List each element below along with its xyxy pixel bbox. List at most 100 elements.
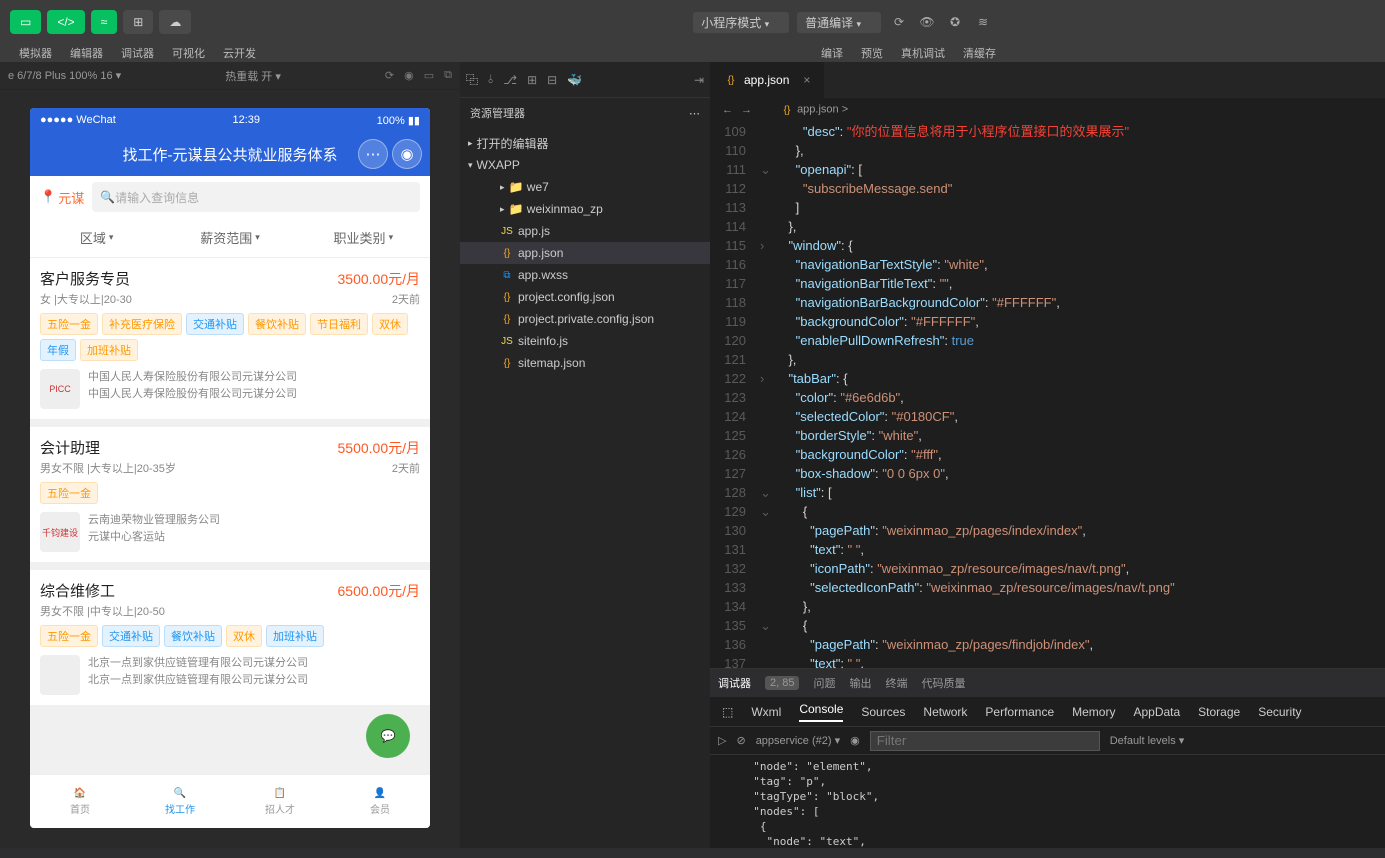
branch-icon[interactable]: ⫰ xyxy=(488,72,493,87)
console-output[interactable]: "node": "element", "tag": "p", "tagType"… xyxy=(710,755,1385,848)
tab-recruit[interactable]: 📋招人才 xyxy=(230,775,330,828)
job-list[interactable]: 客户服务专员3500.00元/月 女 |大专以上|20-302天前 五险一金补充… xyxy=(30,258,430,774)
preview-icon[interactable]: 👁 xyxy=(913,10,941,34)
job-tag: 交通补贴 xyxy=(186,313,244,335)
job-title: 客户服务专员 xyxy=(40,268,130,289)
job-tag: 双休 xyxy=(372,313,408,335)
job-tag: 补充医疗保险 xyxy=(102,313,182,335)
file-sitemap.json[interactable]: {} sitemap.json xyxy=(460,352,710,374)
git-icon[interactable]: ⎇ xyxy=(503,73,517,87)
tab-performance[interactable]: Performance xyxy=(985,705,1054,719)
compile-icon[interactable]: ⟳ xyxy=(885,10,913,34)
collapse-icon[interactable]: ⇥ xyxy=(694,73,704,87)
chat-fab[interactable]: 💬 xyxy=(366,714,410,758)
simulator-tab-icon[interactable]: ▭ xyxy=(10,10,41,34)
editor-tab-appjson[interactable]: {} app.json × xyxy=(710,62,824,98)
company-addr: 中国人民人寿保险股份有限公司元谋分公司 xyxy=(88,386,420,403)
tab-output[interactable]: 输出 xyxy=(849,675,871,691)
tab-appdata[interactable]: AppData xyxy=(1133,705,1180,719)
more-icon[interactable]: ⋯ xyxy=(689,107,700,120)
record-icon[interactable]: ◉ xyxy=(404,69,414,82)
tab-quality[interactable]: 代码质量 xyxy=(921,675,965,691)
filter-area[interactable]: 区域 ▾ xyxy=(30,218,163,257)
tab-findjob[interactable]: 🔍找工作 xyxy=(130,775,230,828)
file-siteinfo.js[interactable]: JS siteinfo.js xyxy=(460,330,710,352)
job-salary: 5500.00元/月 xyxy=(338,438,421,458)
tab-sources[interactable]: Sources xyxy=(861,705,905,719)
job-salary: 3500.00元/月 xyxy=(338,269,421,289)
console-panel: 调试器 2, 85 问题 输出 终端 代码质量 ⬚ Wxml Console S… xyxy=(710,668,1385,848)
context-select[interactable]: appservice (#2) ▾ xyxy=(756,734,840,747)
company-name: 云南迪荣物业管理服务公司 xyxy=(88,512,420,529)
clear-cache-icon[interactable]: ≋ xyxy=(969,10,997,34)
job-card[interactable]: 综合维修工6500.00元/月 男女不限 |中专以上|20-50 五险一金交通补… xyxy=(30,570,430,705)
bc-back-icon[interactable]: ← xyxy=(722,104,733,116)
devtools-tabs: ⬚ Wxml Console Sources Network Performan… xyxy=(710,697,1385,727)
job-card[interactable]: 会计助理5500.00元/月 男女不限 |大专以上|20-35岁2天前 五险一金… xyxy=(30,427,430,562)
tab-debugger[interactable]: 调试器 xyxy=(718,675,751,691)
breadcrumb: ← → {} app.json > xyxy=(710,98,1385,122)
eye-icon[interactable]: ◉ xyxy=(850,734,860,747)
tree-section-editors[interactable]: ▸ 打开的编辑器 xyxy=(460,132,710,154)
cloud-tab-icon[interactable]: ☁ xyxy=(159,10,191,34)
compile-select[interactable]: 普通编译 ▾ xyxy=(797,12,881,33)
tab-memory[interactable]: Memory xyxy=(1072,705,1115,719)
tab-storage[interactable]: Storage xyxy=(1198,705,1240,719)
file-app.js[interactable]: JS app.js xyxy=(460,220,710,242)
job-tag: 年假 xyxy=(40,339,76,361)
file-app.json[interactable]: {} app.json xyxy=(460,242,710,264)
console-top-tabs: 调试器 2, 85 问题 输出 终端 代码质量 xyxy=(710,669,1385,697)
close-tab-icon[interactable]: × xyxy=(803,73,810,87)
file-weixinmao_zp[interactable]: ▸ 📁 weixinmao_zp xyxy=(460,198,710,220)
files-icon[interactable]: ⿻ xyxy=(466,71,478,88)
device-icon[interactable]: ▭ xyxy=(424,69,434,82)
location-picker[interactable]: 📍 元谋 xyxy=(40,188,84,207)
ext-icon[interactable]: ⊞ xyxy=(527,73,537,87)
editor-tab-icon[interactable]: </> xyxy=(47,10,84,34)
tab-member[interactable]: 👤会员 xyxy=(330,775,430,828)
tab-terminal[interactable]: 终端 xyxy=(885,675,907,691)
page-title: 找工作-元谋县公共就业服务体系 xyxy=(123,144,338,165)
refresh-icon[interactable]: ⟳ xyxy=(385,69,394,82)
search-input[interactable]: 🔍 请输入查询信息 xyxy=(92,182,420,212)
tab-wxml[interactable]: Wxml xyxy=(751,705,781,719)
tab-problems[interactable]: 问题 xyxy=(813,675,835,691)
mode-select[interactable]: 小程序模式 ▾ xyxy=(693,12,789,33)
code-area[interactable]: 109 "desc": "你的位置信息将用于小程序位置接口的效果展示"110 }… xyxy=(710,122,1385,668)
file-project.private.config.json[interactable]: {} project.private.config.json xyxy=(460,308,710,330)
editor-tabs: {} app.json × xyxy=(710,62,1385,98)
close-icon[interactable]: ◉ xyxy=(392,139,422,169)
tab-console[interactable]: Console xyxy=(799,702,843,722)
tree-section-wxapp[interactable]: ▾ WXAPP xyxy=(460,154,710,176)
levels-select[interactable]: Default levels ▾ xyxy=(1110,734,1185,747)
file-project.config.json[interactable]: {} project.config.json xyxy=(460,286,710,308)
filter-salary[interactable]: 薪资范围 ▾ xyxy=(163,218,296,257)
job-tag: 节日福利 xyxy=(310,313,368,335)
job-title: 综合维修工 xyxy=(40,580,115,601)
popup-icon[interactable]: ⧉ xyxy=(444,69,452,82)
job-tag: 五险一金 xyxy=(40,313,98,335)
file-we7[interactable]: ▸ 📁 we7 xyxy=(460,176,710,198)
tab-network[interactable]: Network xyxy=(923,705,967,719)
hotreload-toggle[interactable]: 热重载 开 ▾ xyxy=(225,68,281,84)
bc-fwd-icon[interactable]: → xyxy=(741,104,752,116)
remote-debug-icon[interactable]: ✪ xyxy=(941,10,969,34)
debugger-tab-icon[interactable]: ≈ xyxy=(91,10,118,34)
toolbar-labels: 模拟器编辑器调试器可视化云开发 编译预览真机调试清缓存 xyxy=(0,44,1385,62)
docker-icon[interactable]: 🐳 xyxy=(567,73,582,87)
filter-input[interactable] xyxy=(870,731,1100,751)
play-icon[interactable]: ▷ xyxy=(718,734,726,747)
db-icon[interactable]: ⊟ xyxy=(547,73,557,87)
company-name: 北京一点到家供应链管理有限公司元谋分公司 xyxy=(88,655,420,672)
inspect-icon[interactable]: ⬚ xyxy=(722,705,733,719)
job-card[interactable]: 客户服务专员3500.00元/月 女 |大专以上|20-302天前 五险一金补充… xyxy=(30,258,430,419)
visual-tab-icon[interactable]: ⊞ xyxy=(123,10,153,34)
tab-security[interactable]: Security xyxy=(1258,705,1301,719)
file-app.wxss[interactable]: ⧉ app.wxss xyxy=(460,264,710,286)
job-salary: 6500.00元/月 xyxy=(338,581,421,601)
tab-home[interactable]: 🏠首页 xyxy=(30,775,130,828)
clear-icon[interactable]: ⊘ xyxy=(736,734,745,747)
filter-category[interactable]: 职业类别 ▾ xyxy=(297,218,430,257)
device-select[interactable]: e 6/7/8 Plus 100% 16 ▾ xyxy=(8,69,121,82)
menu-icon[interactable]: ⋯ xyxy=(358,139,388,169)
